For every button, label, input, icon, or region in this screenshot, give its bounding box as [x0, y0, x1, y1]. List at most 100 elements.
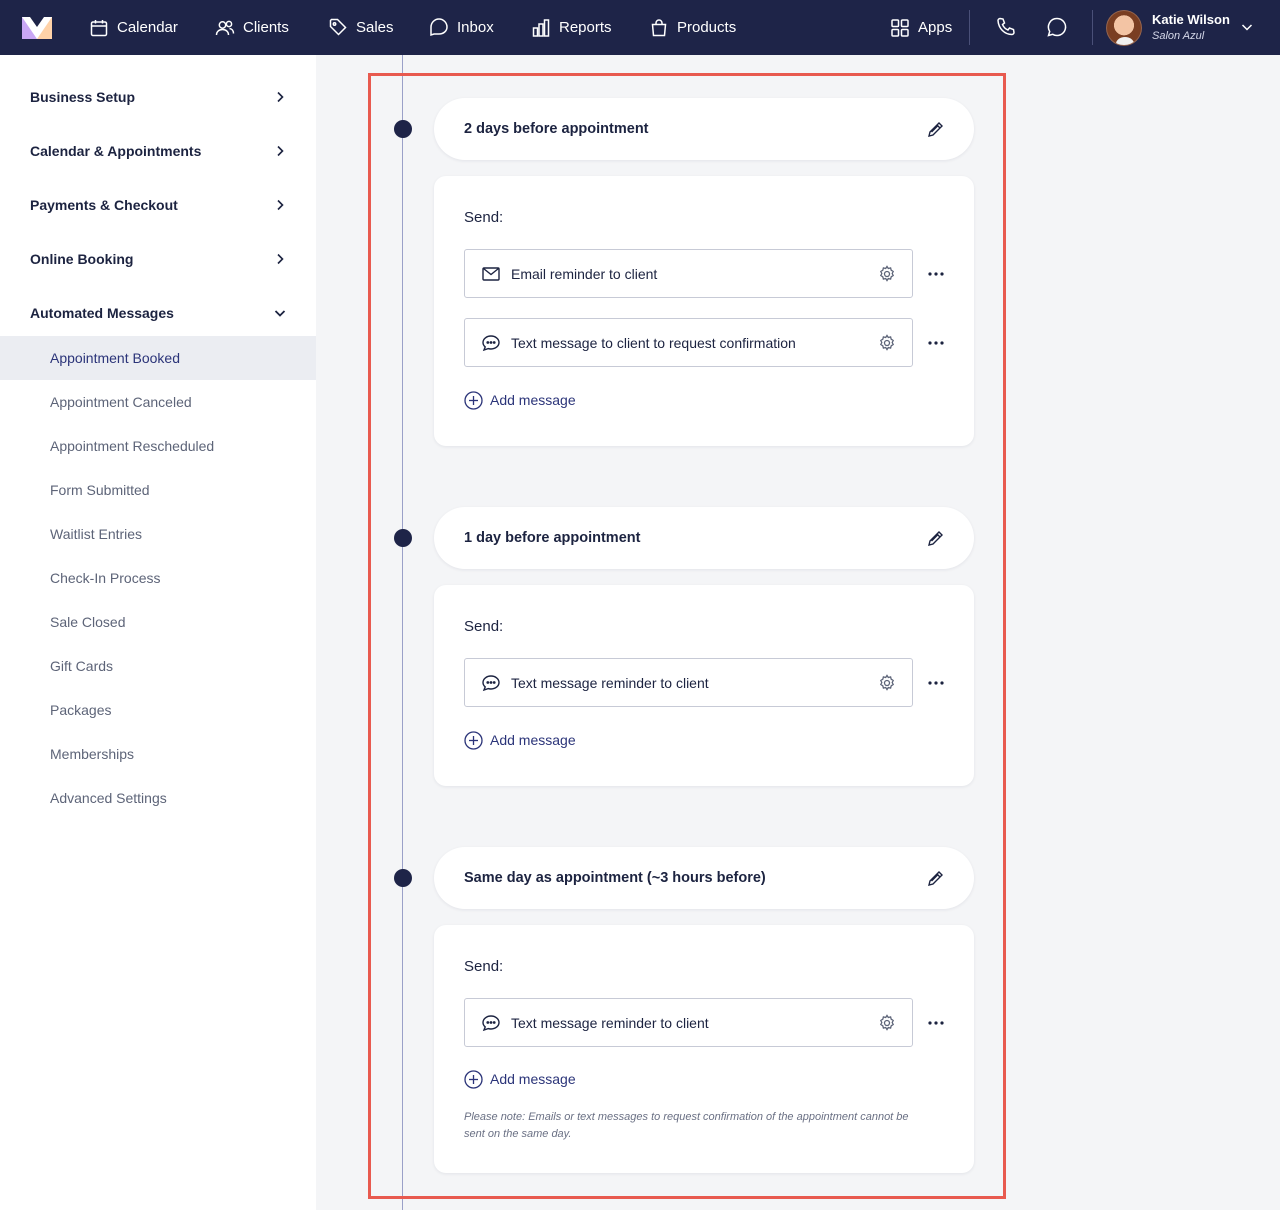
user-business-name: Salon Azul [1152, 30, 1205, 42]
add-message-button[interactable]: Add message [464, 1069, 576, 1089]
message-row[interactable]: Text message reminder to client [464, 998, 913, 1047]
sidebar-item-sale-closed[interactable]: Sale Closed [0, 600, 316, 644]
more-options-button[interactable] [926, 1013, 946, 1033]
sidebar-item-waitlist-entries[interactable]: Waitlist Entries [0, 512, 316, 556]
step-header: 1 day before appointment [434, 507, 974, 569]
user-name[interactable]: Katie Wilson [1152, 12, 1230, 27]
message-row[interactable]: Email reminder to client [464, 249, 913, 298]
chat-bubble-icon [482, 1014, 500, 1031]
sidebar-section-business-setup[interactable]: Business Setup [0, 70, 316, 124]
chevron-down-icon [274, 310, 286, 317]
message-card: Send: Text message reminder to client Ad… [434, 585, 974, 786]
sidebar-item-check-in-process[interactable]: Check-In Process [0, 556, 316, 600]
pencil-icon[interactable] [926, 119, 946, 139]
same-day-note: Please note: Emails or text messages to … [464, 1111, 909, 1140]
nav-divider [969, 10, 970, 45]
nav-inbox-label: Inbox [457, 19, 494, 36]
sidebar-section-online-booking[interactable]: Online Booking [0, 232, 316, 286]
nav-apps[interactable]: Apps [890, 0, 952, 55]
top-navigation-bar: Calendar Clients Sales Inbox Reports Pro… [0, 0, 1280, 55]
timeline-dot [394, 869, 412, 887]
sidebar-item-gift-cards[interactable]: Gift Cards [0, 644, 316, 688]
nav-divider [1092, 10, 1093, 45]
sidebar-section-payments-checkout[interactable]: Payments & Checkout [0, 178, 316, 232]
timeline-dot [394, 120, 412, 138]
nav-apps-label: Apps [918, 19, 953, 36]
sidebar-item-form-submitted[interactable]: Form Submitted [0, 468, 316, 512]
nav-products-label: Products [677, 19, 737, 36]
message-row[interactable]: Text message reminder to client [464, 658, 913, 707]
settings-sidebar: Business Setup Calendar & Appointments P… [0, 55, 316, 1210]
app-logo[interactable] [22, 17, 52, 39]
chat-button[interactable] [1044, 14, 1070, 40]
chat-bubble-icon [482, 674, 500, 691]
sidebar-item-appointment-canceled[interactable]: Appointment Canceled [0, 380, 316, 424]
more-horizontal-icon [928, 341, 944, 345]
add-message-button[interactable]: Add message [464, 730, 576, 750]
sidebar-section-label: Business Setup [30, 89, 136, 105]
nav-reports[interactable]: Reports [531, 0, 612, 55]
more-options-button[interactable] [926, 673, 946, 693]
nav-calendar[interactable]: Calendar [89, 0, 178, 55]
nav-calendar-label: Calendar [117, 19, 178, 36]
message-label: Email reminder to client [511, 265, 658, 282]
chat-bubble-icon [482, 334, 500, 351]
sidebar-item-advanced-settings[interactable]: Advanced Settings [0, 776, 316, 820]
more-horizontal-icon [928, 681, 944, 685]
pencil-icon[interactable] [926, 868, 946, 888]
users-icon [215, 20, 235, 35]
tag-icon [329, 18, 347, 36]
chevron-right-icon [277, 199, 284, 211]
nav-clients[interactable]: Clients [215, 0, 289, 55]
timeline-line [402, 55, 403, 1210]
chevron-right-icon [277, 145, 284, 157]
inbox-icon [430, 17, 448, 36]
send-label: Send: [464, 958, 504, 975]
more-horizontal-icon [928, 1021, 944, 1025]
phone-icon [997, 17, 1015, 36]
sidebar-item-memberships[interactable]: Memberships [0, 732, 316, 776]
step-title: 2 days before appointment [464, 121, 649, 137]
sidebar-item-packages[interactable]: Packages [0, 688, 316, 732]
chevron-right-icon [277, 253, 284, 265]
add-message-label: Add message [490, 1071, 576, 1087]
sidebar-section-label: Automated Messages [30, 305, 174, 321]
nav-sales-label: Sales [356, 19, 394, 36]
shopping-bag-icon [651, 18, 667, 36]
add-message-button[interactable]: Add message [464, 390, 576, 410]
chevron-right-icon [277, 91, 284, 103]
sidebar-item-appointment-rescheduled[interactable]: Appointment Rescheduled [0, 424, 316, 468]
nav-sales[interactable]: Sales [328, 0, 394, 55]
pencil-icon[interactable] [926, 528, 946, 548]
phone-button[interactable] [993, 14, 1019, 40]
message-card: Send: Email reminder to client Text mess… [434, 176, 974, 446]
plus-circle-icon [464, 390, 483, 410]
gear-icon[interactable] [878, 265, 896, 283]
message-card: Send: Text message reminder to client Ad… [434, 925, 974, 1173]
nav-products[interactable]: Products [649, 0, 736, 55]
sidebar-section-calendar-appointments[interactable]: Calendar & Appointments [0, 124, 316, 178]
plus-circle-icon [464, 730, 483, 750]
timeline-dot [394, 529, 412, 547]
message-label: Text message reminder to client [511, 1014, 709, 1031]
gear-icon[interactable] [878, 334, 896, 352]
add-message-label: Add message [490, 392, 576, 408]
user-avatar[interactable] [1106, 10, 1142, 46]
send-label: Send: [464, 618, 504, 635]
sidebar-item-appointment-booked[interactable]: Appointment Booked [0, 336, 316, 380]
message-label: Text message to client to request confir… [511, 334, 796, 351]
more-options-button[interactable] [926, 333, 946, 353]
bar-chart-icon [532, 18, 550, 37]
more-options-button[interactable] [926, 264, 946, 284]
step-title: Same day as appointment (~3 hours before… [464, 870, 766, 886]
step-header: 2 days before appointment [434, 98, 974, 160]
apps-grid-icon [891, 18, 909, 37]
gear-icon[interactable] [878, 1014, 896, 1032]
sidebar-section-automated-messages[interactable]: Automated Messages [0, 286, 316, 340]
message-row[interactable]: Text message to client to request confir… [464, 318, 913, 367]
message-label: Text message reminder to client [511, 674, 709, 691]
envelope-icon [482, 266, 500, 281]
nav-inbox[interactable]: Inbox [429, 0, 494, 55]
chevron-down-icon[interactable] [1240, 20, 1254, 34]
gear-icon[interactable] [878, 674, 896, 692]
